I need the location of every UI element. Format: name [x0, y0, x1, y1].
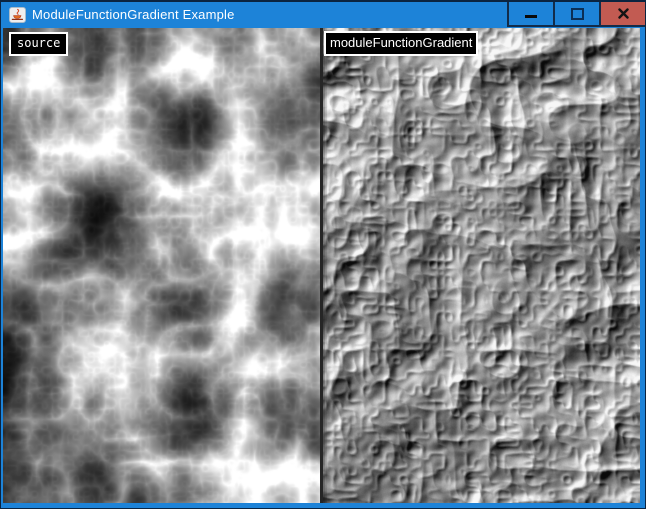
- maximize-square-icon: [571, 8, 584, 20]
- window-title: ModuleFunctionGradient Example: [32, 7, 235, 23]
- minimize-button[interactable]: [509, 2, 553, 25]
- close-x-icon: [618, 8, 629, 19]
- source-image-canvas: [3, 28, 320, 503]
- close-button[interactable]: [601, 2, 645, 25]
- content-area: source moduleFunctionGradient: [3, 28, 640, 503]
- gradient-image-canvas: [323, 28, 640, 503]
- titlebar[interactable]: ModuleFunctionGradient Example: [1, 2, 645, 28]
- source-label: source: [9, 32, 68, 56]
- source-pane: source: [3, 28, 320, 503]
- window-controls: [507, 2, 645, 27]
- maximize-button[interactable]: [555, 2, 599, 25]
- gradient-label: moduleFunctionGradient: [324, 31, 478, 56]
- java-coffee-cup-icon[interactable]: [9, 7, 26, 23]
- module-function-gradient-window: ModuleFunctionGradient Example source mo…: [0, 0, 646, 509]
- minimize-dash-icon: [525, 15, 537, 18]
- gradient-pane: moduleFunctionGradient: [323, 28, 640, 503]
